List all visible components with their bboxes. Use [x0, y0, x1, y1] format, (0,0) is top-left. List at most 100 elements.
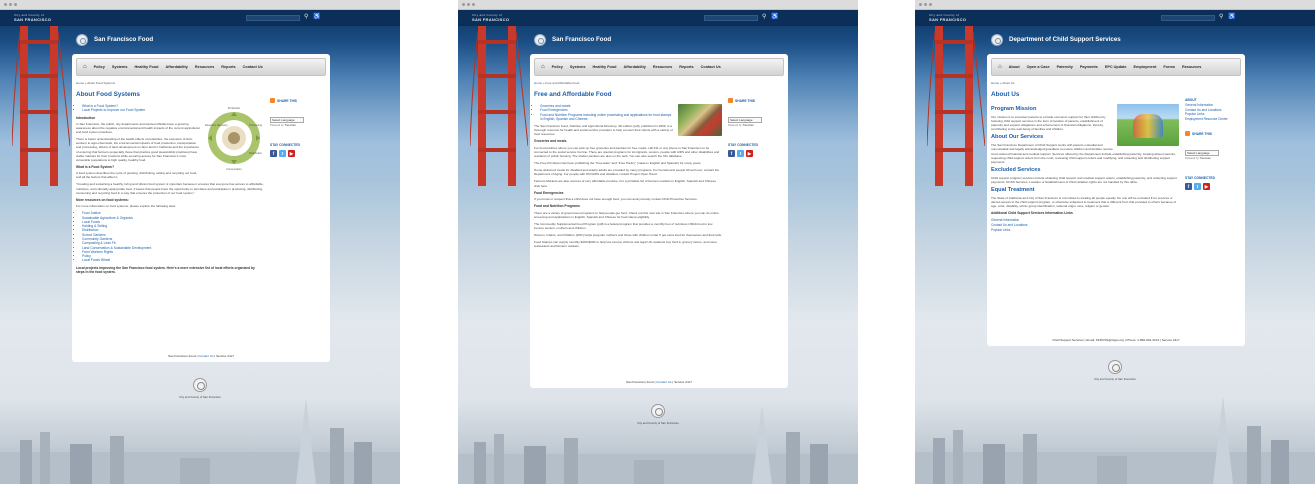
paragraph: Child support program services include o…: [991, 175, 1178, 184]
paragraph: The Free Primitives has been publishing …: [534, 161, 702, 166]
nav-resources[interactable]: Resources: [195, 65, 214, 69]
nav-contact-us[interactable]: Contact Us: [243, 65, 263, 69]
golden-gate-bridge-image: [470, 26, 528, 186]
translate-link[interactable]: Translate: [1199, 157, 1210, 160]
breadcrumb-home[interactable]: Home: [534, 81, 542, 85]
nav-paternity[interactable]: Paternity: [1057, 65, 1073, 69]
window-controls[interactable]: [4, 3, 17, 6]
resource-link[interactable]: Local Foods Wheel: [82, 258, 264, 262]
closing-paragraph: Local projects improving the San Francis…: [76, 265, 255, 275]
city-logo[interactable]: City and County of SAN FRANCISCO: [14, 13, 51, 22]
city-skyline-image: [915, 396, 1315, 484]
page-footer: Child Support Services | Email: SFDCSS@s…: [987, 338, 1245, 342]
nav-systems[interactable]: Systems: [112, 65, 128, 69]
translate-link[interactable]: Translate: [742, 124, 753, 127]
bottom-caption: City and County of San Francisco: [1094, 377, 1136, 381]
breadcrumb-home[interactable]: Home: [76, 81, 84, 85]
translate-link[interactable]: Translate: [284, 124, 295, 127]
paragraph: For more information on food systems, pl…: [76, 204, 177, 209]
search-icon[interactable]: ⚲: [762, 14, 766, 20]
section-title: Food Emergencies: [534, 190, 564, 195]
nav-employment[interactable]: Employment: [1134, 65, 1157, 69]
twitter-icon[interactable]: t: [279, 150, 286, 157]
search-icon[interactable]: ⚲: [1219, 14, 1223, 20]
nav-resources[interactable]: Resources: [1182, 65, 1201, 69]
footer-contact: Child Support Services | Email: SFDCSS@s…: [1052, 338, 1161, 342]
language-select[interactable]: Select Language: [1185, 150, 1219, 157]
breadcrumb-home[interactable]: Home: [991, 81, 999, 85]
search-input[interactable]: [1161, 15, 1215, 21]
city-seal-icon[interactable]: [76, 34, 88, 46]
home-icon[interactable]: ⌂: [998, 64, 1002, 70]
twitter-icon[interactable]: t: [1194, 183, 1201, 191]
search-input[interactable]: [704, 15, 758, 21]
additional-links-title: Additional Child Support Services Inform…: [991, 211, 1073, 216]
nav-healthy-food[interactable]: Healthy Food: [592, 65, 616, 69]
nav-reports[interactable]: Reports: [679, 65, 693, 69]
sidebar-link[interactable]: Employment Resource Center: [1185, 117, 1241, 122]
footer-contact-link[interactable]: Contact Us: [656, 380, 671, 384]
wheel-label-production: Production: [228, 106, 241, 110]
quote-paragraph: "Creating and sustaining a healthy, livi…: [76, 182, 264, 195]
page-title: Free and Affordable Food: [534, 91, 612, 98]
section-heading: Excluded Services: [991, 166, 1041, 173]
page-footer: San Francisco Food | Contact Us | Servic…: [626, 380, 692, 384]
language-select[interactable]: Select Language: [728, 117, 762, 123]
nav-contact-us[interactable]: Contact Us: [701, 65, 721, 69]
nav-epc-update[interactable]: EPC Update: [1105, 65, 1127, 69]
youtube-icon[interactable]: ▶: [288, 150, 295, 157]
nav-forms[interactable]: Forms: [1163, 65, 1175, 69]
nav-systems[interactable]: Systems: [570, 65, 586, 69]
share-this-link[interactable]: SHARE THIS: [1185, 131, 1241, 137]
page-title: About Food Systems: [76, 91, 140, 98]
food-system-wheel-diagram: Production Processing Distribution Consu…: [205, 106, 263, 171]
breadcrumb: Home » About Us: [991, 81, 1015, 85]
rss-icon: [1185, 131, 1190, 137]
site-title[interactable]: San Francisco Food: [94, 36, 153, 43]
city-logo[interactable]: City and County of SAN FRANCISCO: [472, 13, 509, 22]
nav-payments[interactable]: Payments: [1080, 65, 1098, 69]
accessibility-icon[interactable]: ♿: [1228, 14, 1235, 20]
facebook-icon[interactable]: f: [728, 150, 735, 157]
youtube-icon[interactable]: ▶: [1203, 183, 1210, 191]
home-icon[interactable]: ⌂: [83, 64, 87, 70]
share-this-link[interactable]: SHARE THIS: [270, 98, 326, 103]
nav-affordability[interactable]: Affordability: [166, 65, 188, 69]
site-title[interactable]: San Francisco Food: [552, 36, 611, 43]
city-seal-icon[interactable]: [534, 34, 546, 46]
paragraph: Women, Infants, and Children (WIC) helps…: [534, 232, 722, 237]
additional-link[interactable]: Popular Links: [991, 228, 1179, 233]
nav-reports[interactable]: Reports: [221, 65, 235, 69]
footer-contact-link[interactable]: Contact Us: [198, 354, 213, 358]
sidebar-links: General Information Contact Us and Locat…: [1185, 103, 1241, 121]
city-logo[interactable]: City and County of SAN FRANCISCO: [929, 13, 966, 22]
wheel-label-resource-recovery: Resource Recovery: [205, 123, 228, 127]
facebook-icon[interactable]: f: [1185, 183, 1192, 191]
twitter-icon[interactable]: t: [737, 150, 744, 157]
nav-affordability[interactable]: Affordability: [624, 65, 646, 69]
window-controls[interactable]: [919, 3, 932, 6]
powered-by: Powered by Translate: [270, 124, 296, 127]
nav-resources[interactable]: Resources: [653, 65, 672, 69]
accessibility-icon[interactable]: ♿: [771, 14, 778, 20]
nav-policy[interactable]: Policy: [552, 65, 563, 69]
facebook-icon[interactable]: f: [270, 150, 277, 157]
nav-policy[interactable]: Policy: [94, 65, 105, 69]
bottom-seal-icon: [1108, 360, 1122, 374]
stay-connected-heading: STAY CONNECTED: [270, 143, 300, 147]
nav-healthy-food[interactable]: Healthy Food: [134, 65, 158, 69]
search-icon[interactable]: ⚲: [304, 14, 308, 20]
site-title[interactable]: Department of Child Support Services: [1009, 36, 1121, 43]
city-seal-icon[interactable]: [991, 34, 1003, 46]
language-select[interactable]: Select Language: [270, 117, 304, 123]
accessibility-icon[interactable]: ♿: [313, 14, 320, 20]
home-icon[interactable]: ⌂: [541, 64, 545, 70]
share-this-link[interactable]: SHARE THIS: [728, 98, 784, 103]
search-input[interactable]: [246, 15, 300, 21]
section-title: Food and Nutrition Programs: [534, 204, 580, 209]
window-controls[interactable]: [462, 3, 475, 6]
nav-about[interactable]: About: [1009, 65, 1020, 69]
youtube-icon[interactable]: ▶: [746, 150, 753, 157]
footer-service: Service 24x7: [216, 354, 234, 358]
nav-open-a-case[interactable]: Open a Case: [1027, 65, 1050, 69]
